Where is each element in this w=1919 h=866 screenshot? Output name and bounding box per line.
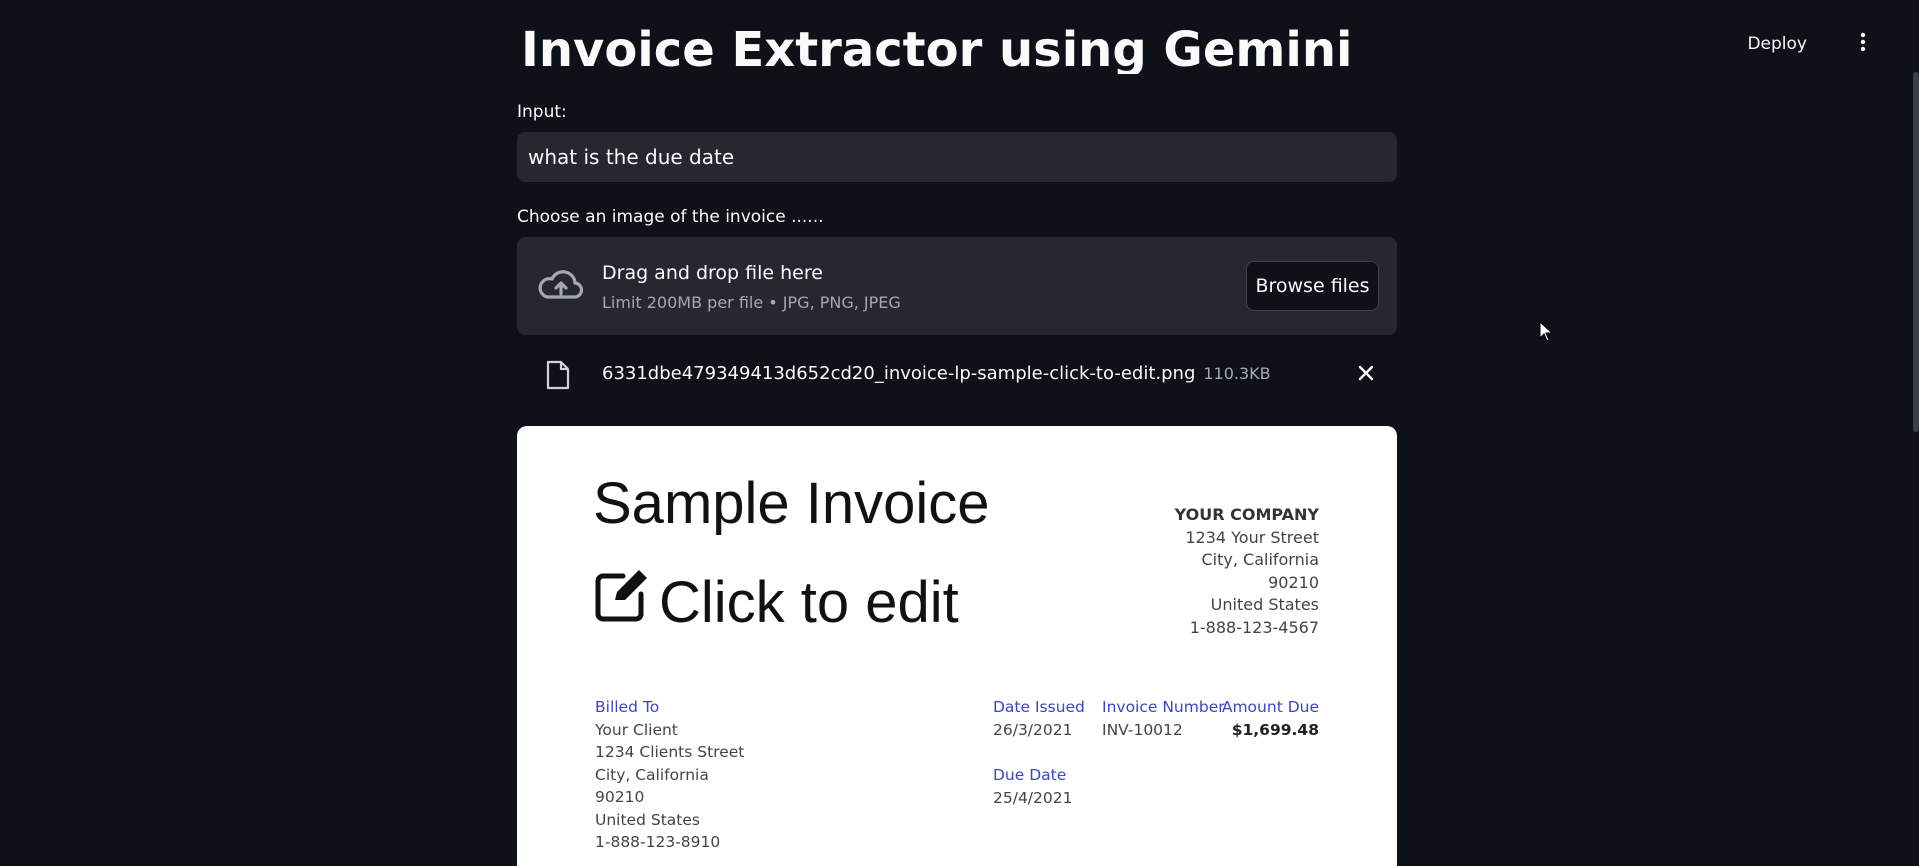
deploy-button[interactable]: Deploy [1739,30,1815,58]
uploaded-file-row: 6331dbe479349413d652cd20_invoice-lp-samp… [517,352,1397,398]
browse-files-button[interactable]: Browse files [1246,261,1379,311]
invoice-image: Sample Invoice Click to edit YOUR COMPAN… [517,426,1397,866]
company-address: YOUR COMPANY 1234 Your Street City, Cali… [1175,504,1319,639]
due-date-value: 25/4/2021 [993,788,1073,807]
company-phone: 1-888-123-4567 [1189,617,1319,637]
cloud-upload-icon [537,267,585,309]
date-issued-heading: Date Issued [993,698,1085,716]
file-name-text: 6331dbe479349413d652cd20_invoice-lp-samp… [602,363,1196,384]
company-city: City, California [1201,550,1319,569]
invoice-edit-line: Click to edit [593,566,959,638]
file-icon [545,360,571,394]
billed-to-block: Billed To Your Client 1234 Clients Stree… [595,696,744,854]
amount-due-heading: Amount Due [1221,698,1319,716]
invoice-edit-text: Click to edit [659,569,959,635]
company-zip: 90210 [1268,572,1319,592]
page-scrollbar[interactable] [1913,72,1919,432]
client-country: United States [595,810,700,829]
billed-to-heading: Billed To [595,698,660,716]
question-input[interactable] [517,132,1397,182]
amount-due-block: Amount Due $1,699.48 [1222,696,1319,741]
due-date-block: Due Date 25/4/2021 [993,764,1072,809]
file-size: 110.3KB [1203,364,1271,383]
dropzone-limit: Limit 200MB per file • JPG, PNG, JPEG [602,293,901,312]
amount-due-value: $1,699.48 [1231,720,1319,739]
close-icon[interactable] [1357,364,1375,386]
invoice-title: Sample Invoice [593,471,990,536]
file-dropzone[interactable]: Drag and drop file here Limit 200MB per … [517,237,1397,335]
page-title-clip: Invoice Extractor using Gemini [517,0,1397,74]
company-country: United States [1210,595,1319,614]
client-phone: 1-888-123-8910 [595,833,721,851]
invoice-number-value: INV-10012 [1102,720,1183,739]
client-name: Your Client [595,720,678,739]
edit-icon [593,566,659,638]
due-date-heading: Due Date [993,766,1067,784]
kebab-menu-icon[interactable] [1851,30,1875,54]
invoice-number-heading: Invoice Number [1102,698,1225,716]
company-name: YOUR COMPANY [1174,505,1319,524]
client-street: 1234 Clients Street [595,743,745,761]
invoice-number-block: Invoice Number INV-10012 [1102,696,1225,741]
uploader-label: Choose an image of the invoice ...... [517,207,824,227]
date-issued-block: Date Issued 26/3/2021 [993,696,1085,741]
client-zip: 90210 [595,788,645,806]
page-title: Invoice Extractor using Gemini [521,22,1353,74]
date-issued-value: 26/3/2021 [993,720,1073,739]
dropzone-title: Drag and drop file here [602,262,823,284]
client-city: City, California [595,765,709,784]
mouse-pointer-icon [1539,320,1554,347]
company-street: 1234 Your Street [1185,527,1319,547]
file-name: 6331dbe479349413d652cd20_invoice-lp-samp… [602,363,1271,384]
input-label: Input: [517,102,567,122]
